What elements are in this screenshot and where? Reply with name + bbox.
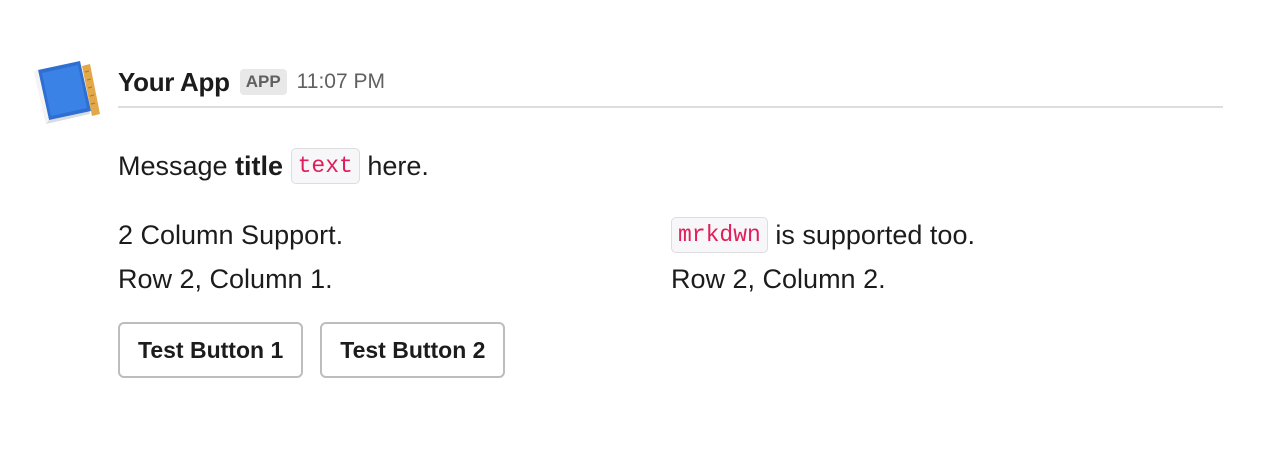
test-button-2[interactable]: Test Button 2 <box>320 322 506 378</box>
field-row2-col1: Row 2, Column 1. <box>118 258 333 300</box>
message-actions: Test Button 1 Test Button 2 <box>118 322 506 378</box>
field-text: Row 2, Column 1. <box>118 264 333 294</box>
field-inline-code: mrkdwn <box>671 217 768 253</box>
field-text: 2 Column Support. <box>118 220 344 250</box>
field-text: is supported too. <box>767 220 975 250</box>
title-bold-text: title <box>235 151 284 181</box>
field-row1-col2: mrkdwn is supported too. <box>671 214 975 256</box>
app-book-icon[interactable] <box>30 58 102 130</box>
message-header: Your App APP 11:07 PM <box>118 58 1223 108</box>
title-tail-text: here. <box>359 151 429 181</box>
app-name[interactable]: Your App <box>118 67 230 98</box>
test-button-1[interactable]: Test Button 1 <box>118 322 304 378</box>
message-title: Message title text here. <box>118 146 429 186</box>
message-timestamp[interactable]: 11:07 PM <box>297 70 385 94</box>
title-lead-text: Message <box>118 151 236 181</box>
field-text: Row 2, Column 2. <box>671 264 886 294</box>
title-inline-code: text <box>290 148 360 184</box>
field-row1-col1: 2 Column Support. <box>118 214 343 256</box>
field-row2-col2: Row 2, Column 2. <box>671 258 886 300</box>
app-badge: APP <box>239 69 287 95</box>
